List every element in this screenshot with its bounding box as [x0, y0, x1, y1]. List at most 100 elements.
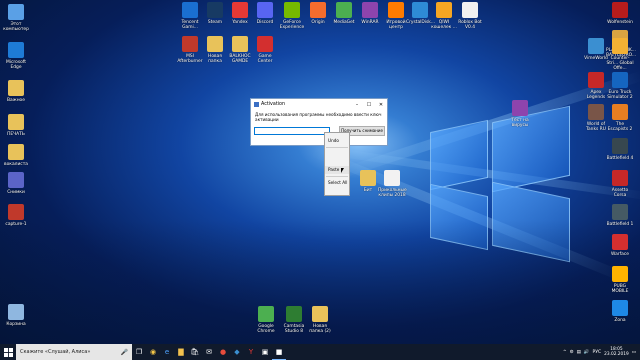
desktop-icon[interactable]: Roblox Bot V0.4	[456, 2, 484, 30]
desktop-icon[interactable]: ПЕЧАТЬ	[2, 114, 30, 137]
app-icon	[284, 2, 300, 18]
desktop-icon[interactable]: Microsoft Edge	[2, 42, 30, 70]
dialog-title: Activation	[261, 102, 286, 107]
desktop-icon[interactable]: capture-1	[2, 204, 30, 227]
notifications-icon[interactable]: ▭	[632, 350, 636, 355]
steam-tray-icon[interactable]: ⚙	[570, 350, 574, 355]
file-explorer-icon[interactable]: ▇	[174, 344, 188, 360]
app-icon	[612, 138, 628, 154]
desktop-icon[interactable]: GeForce Experience	[278, 2, 306, 30]
desktop-icon[interactable]: Yandex	[226, 2, 254, 25]
task-view-icon[interactable]: ❐	[132, 344, 146, 360]
desktop-icon[interactable]: The Escapists 2	[606, 104, 634, 132]
close-button[interactable]: ✕	[375, 102, 387, 108]
desktop-icon[interactable]: Этот компьютер	[2, 4, 30, 32]
yandex-browser-icon[interactable]: ◉	[146, 344, 160, 360]
desktop-icon-label: Yandex	[232, 20, 248, 25]
app-icon	[8, 4, 24, 20]
desktop-icon[interactable]: Assetto Corsa	[606, 170, 634, 198]
app-icon	[182, 36, 198, 52]
desktop-icon-label: Новая папка	[208, 54, 222, 64]
desktop-icon[interactable]: BALKHOC GAMDE	[226, 36, 254, 64]
desktop-icon[interactable]: Warface	[606, 234, 634, 257]
app-icon	[8, 42, 24, 58]
maximize-button[interactable]: ☐	[363, 102, 375, 108]
store-icon[interactable]: 🛍	[188, 344, 202, 360]
app-icon	[257, 2, 273, 18]
app-icon	[384, 170, 400, 186]
chevron-up-icon[interactable]: ^	[563, 350, 567, 355]
app-icon	[312, 306, 328, 322]
volume-icon[interactable]: 🔊	[584, 350, 590, 355]
desktop-icon[interactable]: MediaGet	[330, 2, 358, 25]
desktop-icon[interactable]: Euro Truck Simulator 2	[606, 72, 634, 100]
desktop-icon-label: Этот компьютер	[3, 22, 29, 32]
activation-dialog[interactable]: Activation – ☐ ✕ Для использования прогр…	[250, 98, 388, 146]
app-icon	[8, 144, 24, 160]
start-button[interactable]	[0, 344, 16, 360]
desktop-icon[interactable]: WinRAR	[356, 2, 384, 25]
desktop-icon[interactable]: Counter-Stri... Global Offe...	[606, 38, 634, 71]
clock[interactable]: 18:05 23.02.2019	[604, 347, 629, 357]
desktop-icon-label: Важное	[7, 98, 25, 103]
desktop-icon[interactable]: Тест на вирусы	[506, 100, 534, 128]
desktop-icon[interactable]: Origin	[304, 2, 332, 25]
menu-item-paste[interactable]: Paste	[325, 166, 349, 174]
search-box[interactable]: Скажите «Слушай, Алиса» 🎤	[16, 344, 132, 360]
microphone-icon[interactable]: 🎤	[121, 349, 128, 356]
app-icon	[8, 114, 24, 130]
desktop-icon[interactable]: Новая папка	[201, 36, 229, 64]
desktop-icon[interactable]: Tencent Gami...	[176, 2, 204, 30]
desktop-icon[interactable]: MSI Afterburner	[176, 36, 204, 64]
desktop-icon[interactable]: Zona	[606, 300, 634, 323]
desktop-icon[interactable]: Wolfenstein	[606, 2, 634, 25]
desktop-icon[interactable]: Новая папка (2)	[306, 306, 334, 334]
desktop-icon[interactable]: QIWI кошелек ...	[430, 2, 458, 30]
windows-icon	[3, 347, 13, 357]
desktop-icon[interactable]: PUBG MOBILE	[606, 266, 634, 294]
photos-icon[interactable]: ▣	[258, 344, 272, 360]
desktop-icon-label: MSI Afterburner	[177, 54, 203, 64]
language-indicator[interactable]: РУС	[593, 350, 602, 355]
game-center-icon[interactable]: ◆	[230, 344, 244, 360]
network-icon[interactable]: ▤	[577, 350, 581, 355]
edge-icon[interactable]: e	[160, 344, 174, 360]
desktop-icon[interactable]: Steam	[201, 2, 229, 25]
desktop-icon[interactable]: вокалиста	[2, 144, 30, 167]
desktop-icon[interactable]: Camtasia Studio 8	[280, 306, 308, 334]
app-icon	[286, 306, 302, 322]
context-menu[interactable]: Undo Paste Select All	[324, 132, 350, 196]
desktop-icon[interactable]: Корзина	[2, 304, 30, 327]
desktop-icon-label: ПЕЧАТЬ	[7, 132, 25, 137]
app-icon	[362, 2, 378, 18]
minimize-button[interactable]: –	[351, 102, 363, 108]
desktop-icon-label: Zona	[614, 318, 626, 323]
desktop-wallpaper	[0, 0, 640, 344]
app-icon	[232, 2, 248, 18]
menu-separator	[326, 176, 348, 177]
app-icon	[8, 80, 24, 96]
activation-key-input[interactable]	[254, 127, 330, 135]
desktop-icon-label: Wolfenstein	[607, 20, 633, 25]
app-icon	[462, 2, 478, 18]
desktop-icon[interactable]: Discord	[251, 2, 279, 25]
desktop-icon[interactable]: Прикольные клипы 2018	[378, 170, 407, 198]
desktop-icon[interactable]: Снимки	[2, 172, 30, 195]
dialog-titlebar[interactable]: Activation – ☐ ✕	[251, 99, 387, 110]
menu-item-undo[interactable]: Undo	[325, 137, 349, 145]
desktop-icon[interactable]: Game Center	[251, 36, 279, 64]
desktop-icon[interactable]: Battlefield 1	[606, 204, 634, 227]
desktop-icon-label: PUBG MOBILE	[611, 284, 629, 294]
desktop-icon[interactable]: Google Chrome	[252, 306, 280, 334]
desktop-icon[interactable]: Battlefield 4	[606, 138, 634, 161]
desktop-icon-label: Battlefield 1	[606, 222, 634, 227]
menu-item-select-all[interactable]: Select All	[325, 179, 349, 187]
desktop-icon-label: Корзина	[6, 322, 26, 327]
app-icon	[612, 170, 628, 186]
mail-icon[interactable]: ✉	[202, 344, 216, 360]
desktop-icon[interactable]: Важное	[2, 80, 30, 103]
app-icon	[612, 204, 628, 220]
activation-app-icon[interactable]: ■	[272, 344, 286, 360]
chrome-icon[interactable]: ●	[216, 344, 230, 360]
yandex-icon[interactable]: Y	[244, 344, 258, 360]
